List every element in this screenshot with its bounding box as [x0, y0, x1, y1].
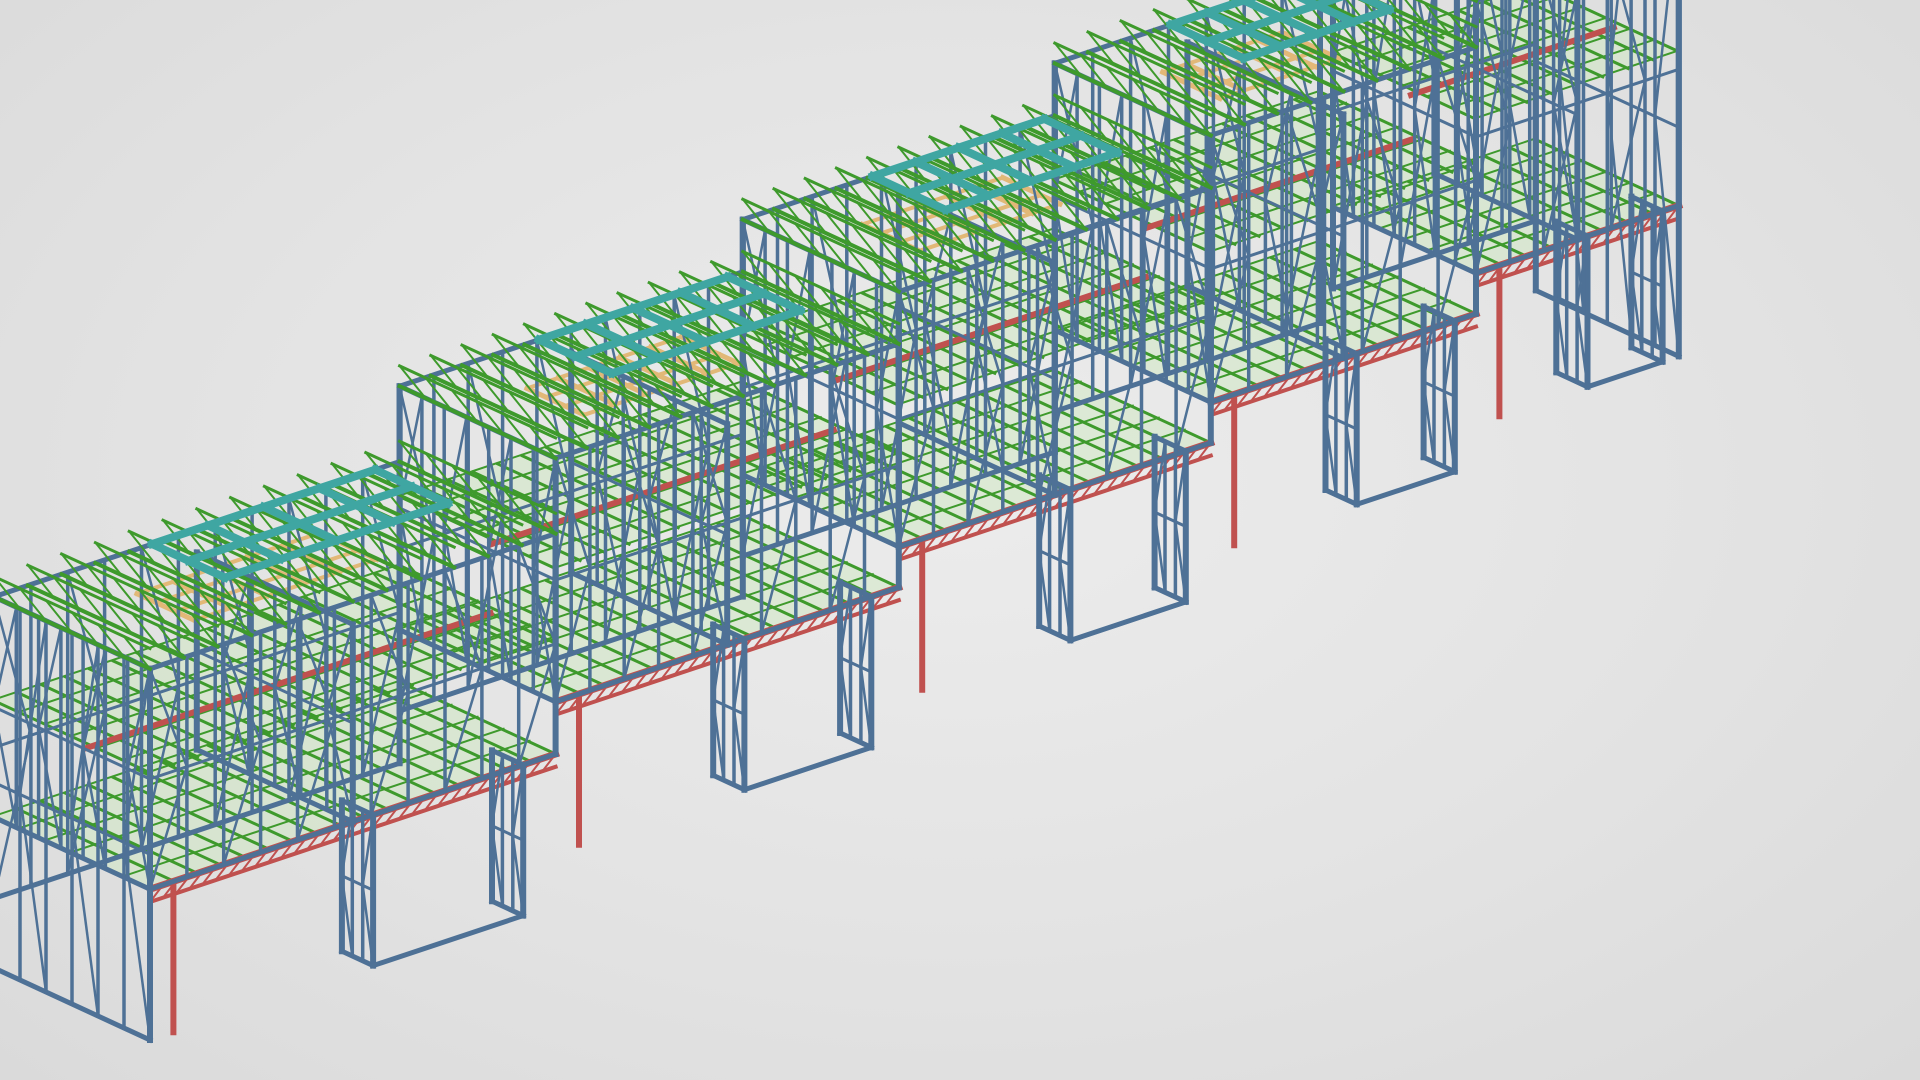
bay-1-ground-frame-nogging	[339, 873, 376, 893]
bay-3-ground-frame-bottom-plate	[1035, 622, 1074, 644]
bay-1-ground-sill	[369, 912, 527, 969]
bay-2-ground-frame-nogging	[711, 697, 747, 717]
bay-4-ground-sill	[1353, 468, 1458, 508]
steel-frame-model[interactable]	[0, 0, 1920, 1080]
bay-5-ground-frame-bottom-plate	[1628, 344, 1666, 366]
bay-5-ground-sill	[1584, 358, 1666, 390]
bay-3-ground-frame-bottom-plate	[1151, 584, 1190, 606]
bay-3-ground-sill	[1067, 598, 1189, 644]
bay-4-ground-frame-bottom-plate	[1322, 486, 1361, 508]
bay-1-ground-frame-bottom-plate	[488, 897, 527, 919]
bay-4-ground-frame-bottom-plate	[1420, 453, 1459, 476]
left-end-wall-bottom-plate	[0, 968, 154, 1044]
bay-1-party-wall-brace	[0, 732, 18, 829]
bay-2-ground-frame-bottom-plate	[709, 771, 748, 794]
bay-2-ground-frame-bottom-plate	[836, 729, 875, 751]
bay-4-ground-frame-nogging	[1323, 412, 1359, 431]
3d-viewport[interactable]	[0, 0, 1920, 1080]
bay-4-ground-frame-nogging	[1421, 379, 1457, 399]
bay-2-ground-frame-nogging	[838, 655, 874, 674]
bay-1-ground-frame-bottom-plate	[338, 947, 377, 969]
bay-3-ground-frame-nogging	[1152, 510, 1188, 529]
bay-2-ground-sill	[741, 744, 875, 793]
bay-5-ground-frame-nogging	[1629, 270, 1665, 289]
bay-3-ground-frame-nogging	[1037, 548, 1073, 567]
bay-5-ground-frame-bottom-plate	[1552, 369, 1591, 391]
bay-1-ground-frame-nogging	[490, 823, 526, 843]
